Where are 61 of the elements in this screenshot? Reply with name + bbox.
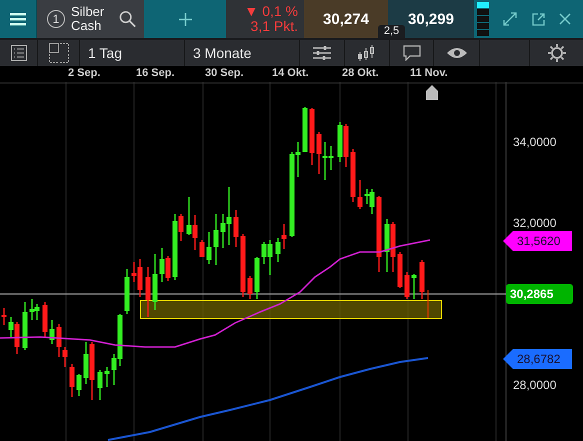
candle [240, 234, 246, 297]
sliders-icon [313, 45, 331, 61]
change-points: 3,1 Pkt. [250, 19, 298, 34]
candle [214, 214, 218, 265]
candle [248, 276, 252, 299]
date-label: 30 Sep. [205, 67, 244, 79]
candle [104, 367, 110, 387]
expand-icon[interactable] [503, 12, 518, 26]
date-label: 11 Nov. [410, 67, 448, 79]
candlestick-icon [358, 44, 376, 62]
axis-label: 32,0000 [513, 216, 556, 230]
candle [50, 320, 54, 344]
eye-icon [446, 47, 466, 59]
candle [76, 374, 82, 396]
axis-label: 28,0000 [513, 378, 556, 392]
marker-icon[interactable] [426, 85, 438, 100]
candle [2, 308, 6, 325]
menu-button[interactable] [0, 0, 37, 38]
candle [302, 107, 308, 152]
candle [420, 260, 424, 299]
date-label: 14 Okt. [272, 67, 309, 79]
popout-icon[interactable] [532, 12, 545, 26]
price-tag: 30,2865 [506, 284, 573, 304]
instrument-name: Silber Cash [71, 5, 106, 33]
candle [124, 269, 130, 314]
candle [146, 267, 150, 317]
candle [358, 180, 362, 209]
candle [234, 210, 238, 247]
settings-icon [548, 44, 566, 62]
candle [254, 257, 260, 299]
candle [350, 149, 356, 202]
spread-badge: 2,5 [378, 25, 405, 38]
instrument-number: 1 [47, 10, 65, 28]
price-tag: 31,5620 [503, 231, 572, 251]
down-arrow-icon: ▼ [244, 4, 258, 19]
candle [412, 274, 416, 299]
change-percent: 0,1 % [262, 4, 298, 19]
plus-icon [178, 12, 192, 26]
close-icon[interactable] [558, 13, 571, 25]
date-label: 16 Sep. [136, 67, 175, 79]
speech-bubble-icon [402, 45, 420, 61]
date-label: 2 Sep. [68, 67, 100, 79]
candle [404, 272, 410, 299]
candle [200, 240, 204, 257]
menu-icon [10, 12, 26, 26]
candle [152, 254, 158, 310]
date-label: 28 Okt. [342, 67, 379, 79]
candle [22, 302, 28, 350]
candle [98, 370, 102, 400]
support-zone[interactable] [140, 300, 442, 319]
candle [70, 364, 74, 397]
candle [206, 232, 212, 264]
search-icon[interactable] [118, 10, 136, 28]
candle [398, 252, 402, 288]
layout-icon [48, 43, 68, 63]
candle [310, 108, 314, 165]
price-tag: 28,6782 [503, 349, 572, 369]
level-indicator-icon [477, 1, 489, 37]
list-icon [10, 45, 26, 61]
axis-label: 34,0000 [513, 135, 556, 149]
candle [42, 302, 48, 337]
